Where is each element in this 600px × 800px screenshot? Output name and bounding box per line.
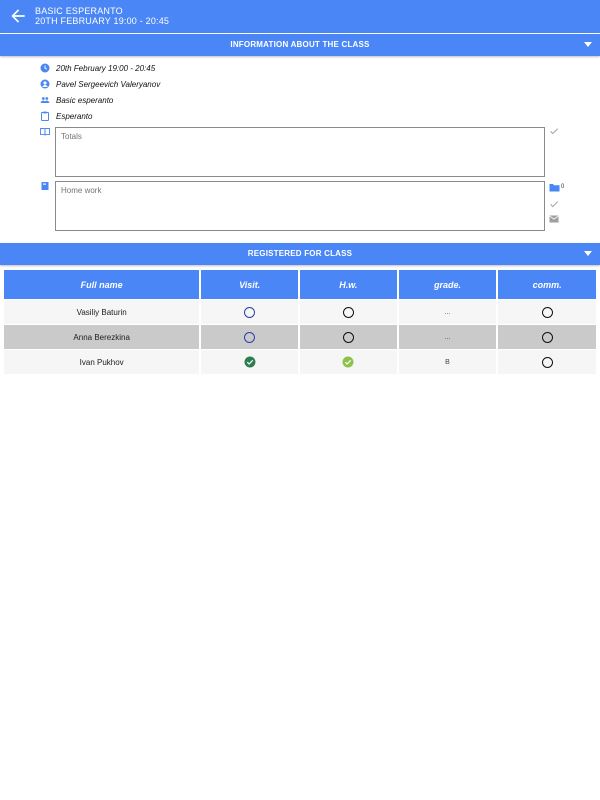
folder-icon[interactable]	[549, 183, 560, 192]
table-row: Ivan Pukhov B	[4, 350, 597, 374]
student-name: Anna Berezkina	[4, 325, 200, 349]
homework-field[interactable]: Home work	[55, 181, 545, 231]
book-icon	[41, 182, 49, 190]
header-full-name[interactable]: Full name	[4, 270, 200, 299]
info-section-toggle[interactable]: INFORMATION ABOUT THE CLASS	[0, 34, 600, 56]
totals-placeholder: Totals	[61, 132, 82, 141]
visit-checked-icon[interactable]	[244, 356, 256, 368]
group-icon	[40, 97, 50, 103]
comment-toggle[interactable]	[541, 356, 553, 368]
grade-value[interactable]: ...	[445, 334, 451, 341]
arrow-left-icon[interactable]	[8, 6, 28, 26]
info-section-label: INFORMATION ABOUT THE CLASS	[230, 40, 370, 49]
visit-cell	[201, 350, 298, 374]
visit-toggle[interactable]	[244, 306, 256, 318]
registered-section-label: REGISTERED FOR CLASS	[247, 249, 353, 258]
group-text: Basic esperanto	[56, 95, 114, 105]
homework-cell	[300, 300, 397, 324]
grade-cell: B	[398, 350, 497, 374]
header-visit[interactable]: Visit.	[201, 270, 298, 299]
info-group: Basic esperanto	[40, 93, 113, 107]
grade-value[interactable]: B	[445, 359, 450, 366]
app-bar: BASIC ESPERANTO 20TH FEBRUARY 19:00 - 20…	[0, 0, 600, 33]
header-homework[interactable]: H.w.	[300, 270, 397, 299]
comment-toggle[interactable]	[541, 306, 553, 318]
table-row: Vasiliy Baturin ...	[4, 300, 597, 324]
totals-field[interactable]: Totals	[55, 127, 545, 177]
homework-placeholder: Home work	[61, 186, 102, 195]
grade-cell: ...	[398, 300, 497, 324]
visit-toggle[interactable]	[244, 331, 256, 343]
homework-toggle[interactable]	[342, 306, 354, 318]
visit-cell	[201, 300, 298, 324]
teacher-text: Pavel Sergeevich Valeryanov	[56, 79, 161, 89]
student-name: Ivan Pukhov	[4, 350, 200, 374]
book-open-icon	[40, 128, 50, 136]
class-subtitle: 20TH FEBRUARY 19:00 - 20:45	[35, 16, 170, 26]
info-teacher: Pavel Sergeevich Valeryanov	[40, 77, 160, 91]
students-table: Full name Visit. H.w. grade. comm. Vasil…	[4, 270, 597, 374]
clipboard-icon	[41, 111, 49, 121]
subject-text: Esperanto	[56, 111, 93, 121]
chevron-down-icon	[584, 251, 592, 256]
table-row: Anna Berezkina ...	[4, 325, 597, 349]
comment-cell	[498, 350, 597, 374]
grade-value[interactable]: ...	[445, 309, 451, 316]
attachments-count: 0	[561, 184, 565, 190]
grade-cell: ...	[398, 325, 497, 349]
clock-icon	[40, 63, 50, 73]
header-comment[interactable]: comm.	[498, 270, 597, 299]
person-icon	[40, 79, 50, 89]
comment-cell	[498, 300, 597, 324]
info-datetime: 20th February 19:00 - 20:45	[40, 61, 155, 75]
chevron-down-icon	[584, 42, 592, 47]
header-grade[interactable]: grade.	[398, 270, 497, 299]
homework-cell	[300, 350, 397, 374]
comment-cell	[498, 325, 597, 349]
confirm-homework-check-icon[interactable]	[549, 199, 559, 209]
homework-cell	[300, 325, 397, 349]
table-header: Full name Visit. H.w. grade. comm.	[4, 270, 597, 299]
homework-checked-icon[interactable]	[342, 356, 354, 368]
mail-icon[interactable]	[549, 215, 559, 223]
confirm-totals-check-icon[interactable]	[549, 126, 559, 136]
info-subject: Esperanto	[40, 109, 92, 123]
class-title: BASIC ESPERANTO	[35, 6, 123, 16]
registered-section-toggle[interactable]: REGISTERED FOR CLASS	[0, 243, 600, 265]
student-name: Vasiliy Baturin	[4, 300, 200, 324]
homework-toggle[interactable]	[342, 331, 354, 343]
datetime-text: 20th February 19:00 - 20:45	[56, 63, 156, 73]
comment-toggle[interactable]	[541, 331, 553, 343]
visit-cell	[201, 325, 298, 349]
